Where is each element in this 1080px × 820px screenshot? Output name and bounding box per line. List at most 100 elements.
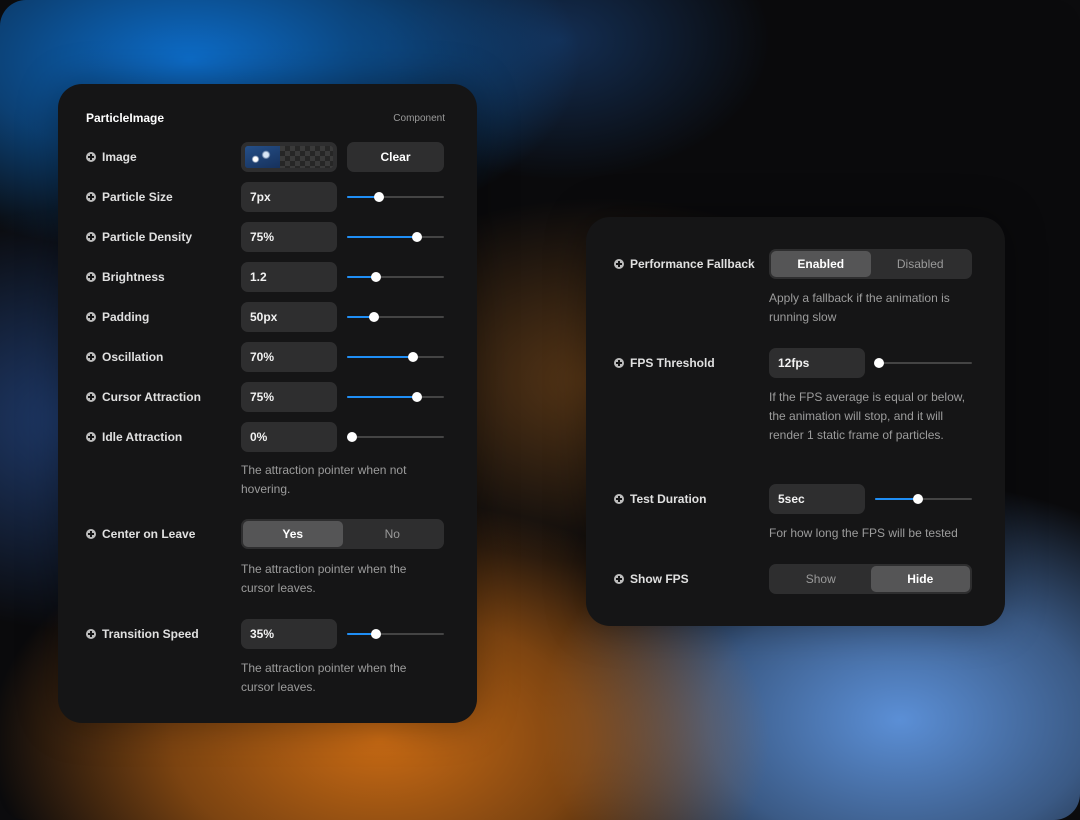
transition-speed-description: The attraction pointer when the cursor l… xyxy=(241,661,407,694)
slider-fill xyxy=(347,236,417,238)
option-enabled[interactable]: Enabled xyxy=(771,251,871,277)
fps-threshold-label: FPS Threshold xyxy=(614,348,715,378)
transition-speed-label: Transition Speed xyxy=(86,619,199,649)
particle-density-slider[interactable] xyxy=(347,232,444,242)
cursor-attraction-slider[interactable] xyxy=(347,392,444,402)
performance-fallback-row: Performance Fallback Enabled Disabled xyxy=(586,249,1005,279)
show-fps-label: Show FPS xyxy=(614,564,689,594)
slider-knob[interactable] xyxy=(873,358,884,368)
fps-threshold-input[interactable]: 12fps xyxy=(769,348,865,378)
padding-label: Padding xyxy=(86,302,149,332)
plus-circle-icon[interactable] xyxy=(86,152,96,162)
transition-speed-row: Transition Speed 35% xyxy=(58,619,477,649)
cursor-attraction-label: Cursor Attraction xyxy=(86,382,201,412)
cursor-attraction-input[interactable]: 75% xyxy=(241,382,337,412)
test-duration-row: Test Duration 5sec xyxy=(586,484,1005,514)
plus-circle-icon[interactable] xyxy=(86,629,96,639)
test-duration-slider[interactable] xyxy=(875,494,972,504)
option-disabled[interactable]: Disabled xyxy=(871,251,971,277)
plus-circle-icon[interactable] xyxy=(86,352,96,362)
cursor-attraction-row: Cursor Attraction 75% xyxy=(58,382,477,412)
particle-density-row: Particle Density 75% xyxy=(58,222,477,252)
slider-knob[interactable] xyxy=(374,192,384,202)
plus-circle-icon[interactable] xyxy=(86,192,96,202)
slider-knob[interactable] xyxy=(411,392,422,402)
slider-knob[interactable] xyxy=(407,352,418,362)
performance-fallback-description: Apply a fallback if the animation is run… xyxy=(769,291,950,324)
oscillation-input[interactable]: 70% xyxy=(241,342,337,372)
oscillation-row: Oscillation 70% xyxy=(58,342,477,372)
plus-circle-icon[interactable] xyxy=(614,494,624,504)
idle-attraction-row: Idle Attraction 0% xyxy=(58,422,477,452)
padding-input[interactable]: 50px xyxy=(241,302,337,332)
oscillation-slider[interactable] xyxy=(347,352,444,362)
test-duration-input[interactable]: 5sec xyxy=(769,484,865,514)
particle-image-panel: ParticleImage Component Image Clear Part… xyxy=(58,84,477,723)
transparency-checker xyxy=(280,146,333,168)
plus-circle-icon[interactable] xyxy=(614,259,624,269)
option-show[interactable]: Show xyxy=(771,566,871,592)
image-preview xyxy=(245,146,333,168)
plus-circle-icon[interactable] xyxy=(614,574,624,584)
idle-attraction-label: Idle Attraction xyxy=(86,422,182,452)
fps-threshold-row: FPS Threshold 12fps xyxy=(586,348,1005,378)
particle-size-input[interactable]: 7px xyxy=(241,182,337,212)
transition-speed-input[interactable]: 35% xyxy=(241,619,337,649)
background-canvas: ParticleImage Component Image Clear Part… xyxy=(0,0,1080,820)
center-on-leave-row: Center on Leave Yes No xyxy=(58,519,477,549)
oscillation-label: Oscillation xyxy=(86,342,163,372)
particle-density-input[interactable]: 75% xyxy=(241,222,337,252)
slider-knob[interactable] xyxy=(371,629,382,639)
slider-fill xyxy=(875,498,918,500)
plus-circle-icon[interactable] xyxy=(86,392,96,402)
fps-threshold-slider[interactable] xyxy=(873,358,972,368)
particle-size-label: Particle Size xyxy=(86,182,173,212)
slider-fill xyxy=(347,396,417,398)
idle-attraction-slider[interactable] xyxy=(346,432,444,442)
brightness-row: Brightness 1.2 xyxy=(58,262,477,292)
test-duration-label: Test Duration xyxy=(614,484,706,514)
slider-knob[interactable] xyxy=(346,432,357,442)
plus-circle-icon[interactable] xyxy=(86,232,96,242)
slider-knob[interactable] xyxy=(371,272,382,282)
transition-speed-slider[interactable] xyxy=(347,629,444,639)
padding-slider[interactable] xyxy=(347,312,444,322)
plus-circle-icon[interactable] xyxy=(86,529,96,539)
particle-size-slider[interactable] xyxy=(347,192,444,202)
performance-fallback-toggle: Enabled Disabled xyxy=(769,249,972,279)
slider-knob[interactable] xyxy=(369,312,380,322)
particle-size-row: Particle Size 7px xyxy=(58,182,477,212)
plus-circle-icon[interactable] xyxy=(614,358,624,368)
slider-fill xyxy=(347,356,413,358)
padding-row: Padding 50px xyxy=(58,302,477,332)
option-no[interactable]: No xyxy=(343,521,443,547)
slider-knob[interactable] xyxy=(411,232,422,242)
clear-button[interactable]: Clear xyxy=(347,142,444,172)
performance-fallback-label: Performance Fallback xyxy=(614,249,755,279)
plus-circle-icon[interactable] xyxy=(86,312,96,322)
brightness-input[interactable]: 1.2 xyxy=(241,262,337,292)
show-fps-row: Show FPS Show Hide xyxy=(586,564,1005,594)
slider-knob[interactable] xyxy=(912,494,923,504)
component-type-label: Component xyxy=(393,113,445,124)
center-on-leave-label: Center on Leave xyxy=(86,519,195,549)
brightness-label: Brightness xyxy=(86,262,165,292)
option-hide[interactable]: Hide xyxy=(870,566,970,592)
panel-title: ParticleImage xyxy=(86,111,165,125)
performance-panel: Performance Fallback Enabled Disabled Ap… xyxy=(586,217,1005,626)
fps-threshold-description: If the FPS average is equal or below, th… xyxy=(769,390,966,442)
idle-attraction-description: The attraction pointer when not hovering… xyxy=(241,463,407,496)
image-thumbnail[interactable] xyxy=(241,142,337,172)
plus-circle-icon[interactable] xyxy=(86,272,96,282)
show-fps-toggle: Show Hide xyxy=(769,564,972,594)
plus-circle-icon[interactable] xyxy=(86,432,96,442)
option-yes[interactable]: Yes xyxy=(243,521,343,547)
idle-attraction-input[interactable]: 0% xyxy=(241,422,337,452)
brightness-slider[interactable] xyxy=(347,272,444,282)
center-on-leave-description: The attraction pointer when the cursor l… xyxy=(241,562,407,595)
center-on-leave-toggle: Yes No xyxy=(241,519,444,549)
wave-image-icon xyxy=(245,146,281,168)
particle-density-label: Particle Density xyxy=(86,222,192,252)
image-label: Image xyxy=(86,142,137,172)
image-row: Image Clear xyxy=(58,142,477,172)
